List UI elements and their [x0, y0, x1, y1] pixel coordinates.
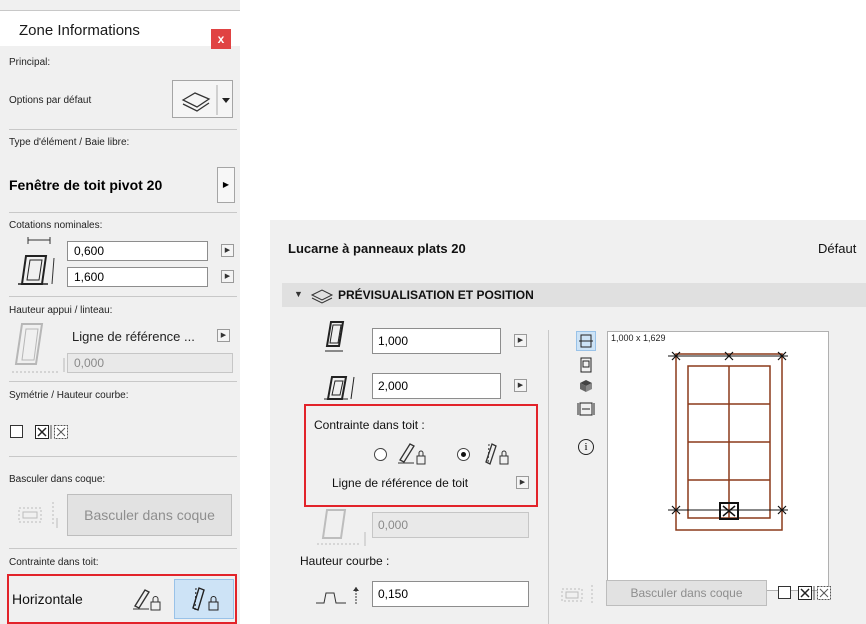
constraint-highlight: Contrainte dans toit : Ligne de référenc… — [304, 404, 538, 507]
palette-titlebar: Zone Informations x — [0, 10, 240, 49]
window-size-icon — [18, 237, 55, 285]
layers-icon — [310, 289, 334, 304]
sill-ref-arrow-button[interactable]: ▶ — [217, 329, 230, 342]
window-height-icon — [324, 376, 355, 400]
height-input[interactable]: 2,000 — [372, 373, 501, 399]
curve-height-label: Hauteur courbe : — [300, 554, 390, 568]
height-arrow-button[interactable]: ▶ — [221, 270, 234, 283]
settings-dialog: Lucarne à panneaux plats 20 Défaut ▼ PRÉ… — [270, 220, 866, 624]
sill-height-icon — [12, 323, 65, 373]
element-type-label: Type d'élément / Baie libre: — [9, 137, 130, 148]
width-arrow-button[interactable]: ▶ — [221, 244, 234, 257]
element-name: Fenêtre de toit pivot 20 — [9, 177, 163, 193]
shell-button[interactable]: Basculer dans coque — [606, 580, 767, 606]
section-header[interactable]: ▼ PRÉVISUALISATION ET POSITION — [282, 283, 866, 307]
sill-value-input[interactable]: 0,000 — [67, 353, 233, 373]
element-type-button[interactable]: ▶ — [217, 167, 235, 203]
curve-height-input[interactable]: 0,150 — [372, 581, 529, 607]
symmetry-checkbox[interactable] — [10, 425, 23, 438]
default-options-button[interactable] — [172, 80, 233, 118]
constraint-highlight: Horizontale — [7, 574, 237, 624]
ref-line-arrow-button[interactable]: ▶ — [516, 476, 529, 489]
lock-pen-horizontal-icon[interactable] — [129, 582, 163, 616]
shell-icon — [561, 585, 593, 605]
curve-height-icon — [316, 587, 359, 605]
mirror-icon — [35, 425, 68, 439]
nominal-dims-label: Cotations nominales: — [9, 220, 103, 231]
sill-header-label: Hauteur appui / linteau: — [9, 305, 113, 316]
principal-label: Principal: — [9, 57, 51, 68]
section-label: PRÉVISUALISATION ET POSITION — [338, 288, 534, 302]
symmetry-checkbox[interactable] — [778, 586, 791, 599]
info-icon[interactable]: i — [578, 439, 594, 455]
width-input[interactable]: 1,000 — [372, 328, 501, 354]
expand-triangle-icon: ▼ — [294, 289, 303, 299]
lock-pen-vertical-icon — [192, 587, 219, 611]
layers-icon — [181, 85, 230, 115]
preview-canvas: 1,000 x 1,629 — [607, 331, 829, 591]
lock-pen-vertical-icon — [485, 443, 509, 465]
height-arrow-button[interactable]: ▶ — [514, 379, 527, 392]
shell-button[interactable]: Basculer dans coque — [67, 494, 232, 536]
sill-height-icon — [317, 509, 366, 546]
divider — [548, 330, 549, 624]
width-arrow-button[interactable]: ▶ — [514, 334, 527, 347]
vertical-constraint-button[interactable] — [174, 579, 234, 619]
default-options-label: Options par défaut — [9, 95, 92, 106]
left-palette: Zone Informations x Principal: Options p… — [0, 0, 240, 624]
default-label: Défaut — [818, 241, 857, 256]
ref-line-label: Ligne de référence de toit — [332, 476, 469, 490]
nominal-width-input[interactable]: 0,600 — [67, 241, 208, 261]
shell-icon — [18, 502, 58, 528]
lock-pen-horizontal-icon — [398, 443, 426, 465]
vertical-radio[interactable] — [457, 448, 470, 461]
horizontal-radio[interactable] — [374, 448, 387, 461]
shell-label: Basculer dans coque: — [9, 474, 106, 485]
sill-value-input[interactable]: 0,000 — [372, 512, 529, 538]
palette-title: Zone Informations — [19, 22, 140, 39]
window-size-icon — [325, 321, 345, 352]
symmetry-label: Symétrie / Hauteur courbe: — [9, 390, 129, 401]
close-button[interactable]: x — [211, 29, 231, 49]
constraint-value: Horizontale — [12, 591, 83, 607]
mirror-icon — [798, 586, 831, 600]
window-preview-drawing — [668, 351, 788, 531]
nominal-height-input[interactable]: 1,600 — [67, 267, 208, 287]
constraint-label: Contrainte dans toit : — [314, 418, 425, 432]
sill-ref-value: Ligne de référence ... — [72, 329, 195, 344]
dialog-title: Lucarne à panneaux plats 20 — [288, 241, 466, 256]
constraint-label: Contrainte dans toit: — [9, 557, 99, 568]
